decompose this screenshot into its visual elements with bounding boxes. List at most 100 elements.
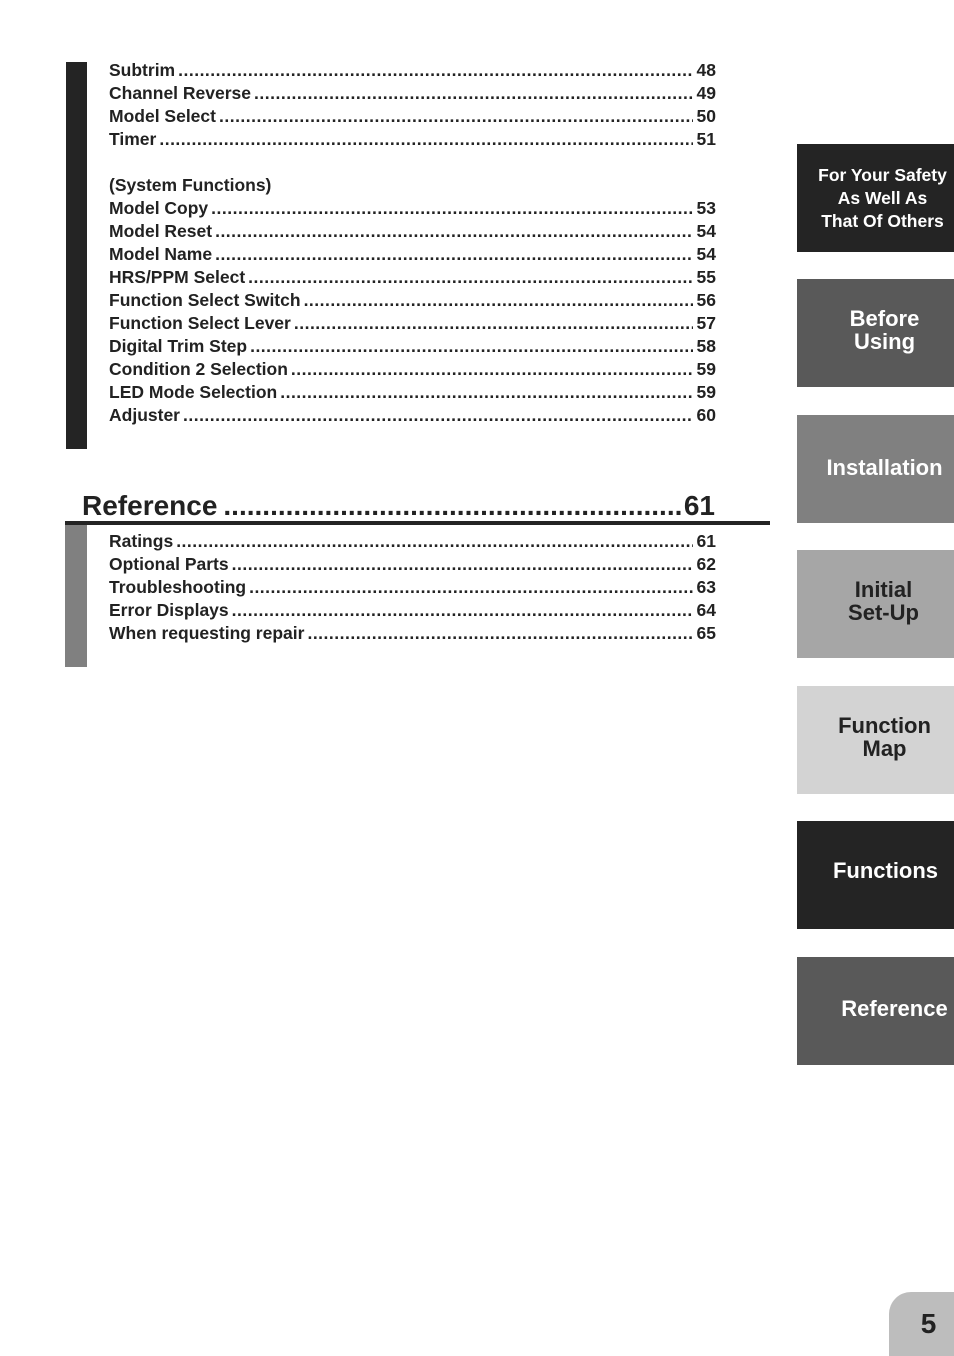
dot-leader — [211, 197, 692, 220]
dot-leader — [254, 82, 693, 105]
toc-item-page: 59 — [696, 359, 716, 379]
toc-item-title: Channel Reverse — [109, 83, 252, 103]
toc-item-title: Error Displays — [109, 600, 229, 620]
tab-initial-setup[interactable]: Initial Set-Up — [797, 550, 954, 658]
toc-item-page: 49 — [696, 83, 716, 103]
dot-leader — [159, 128, 692, 151]
dot-leader — [248, 266, 692, 289]
system-functions-heading: (System Functions) — [109, 175, 272, 195]
tab-label-line: Installation — [826, 455, 943, 480]
dot-leader — [249, 576, 692, 599]
toc-item-title: Function Select Lever — [109, 313, 291, 333]
tab-label-line: Initial — [854, 577, 913, 602]
tab-label-line: Reference — [841, 996, 948, 1021]
toc-item-title: Adjuster — [109, 405, 180, 425]
toc-item[interactable]: Ratings 61 — [109, 530, 716, 553]
tab-reference[interactable]: Reference — [797, 957, 954, 1065]
dot-leader — [178, 59, 692, 82]
toc-item[interactable]: Model Reset 54 — [109, 220, 716, 243]
tab-label-line: Functions — [832, 858, 939, 883]
toc-item[interactable]: Digital Trim Step 58 — [109, 335, 716, 358]
toc-item[interactable]: Error Displays 64 — [109, 599, 716, 622]
tab-label-line: For Your Safety — [818, 164, 947, 185]
tab-functions[interactable]: Functions — [797, 821, 954, 929]
dot-leader — [223, 488, 681, 524]
tab-function-map[interactable]: Function Map — [797, 686, 954, 794]
toc-item[interactable]: LED Mode Selection 59 — [109, 381, 716, 404]
dot-leader — [304, 289, 693, 312]
toc-item-title: HRS/PPM Select — [109, 267, 246, 287]
toc-item-page: 61 — [696, 531, 716, 551]
toc-item-title: Timer — [109, 129, 157, 149]
dot-leader — [183, 404, 693, 427]
dot-leader — [307, 622, 692, 645]
reference-section-heading[interactable]: Reference 61 — [82, 488, 715, 524]
tab-label-line: That Of Others — [821, 210, 944, 231]
tab-installation[interactable]: Installation — [797, 415, 954, 523]
toc-item[interactable]: Channel Reverse 49 — [109, 82, 716, 105]
toc-item-page: 59 — [696, 382, 716, 402]
toc-item-title: Subtrim — [109, 60, 176, 80]
toc-item-page: 65 — [696, 623, 716, 643]
toc-item-page: 60 — [696, 405, 716, 425]
toc-item-page: 54 — [696, 244, 716, 264]
toc-item-title: Troubleshooting — [109, 577, 247, 597]
toc-item-page: 53 — [696, 198, 716, 218]
toc-item[interactable]: Function Select Lever 57 — [109, 312, 716, 335]
toc-item-page: 56 — [696, 290, 716, 310]
dot-leader — [250, 335, 692, 358]
toc-item-page: 64 — [696, 600, 716, 620]
tab-before-using[interactable]: Before Using — [797, 279, 954, 387]
toc-item-page: 63 — [696, 577, 716, 597]
toc-item[interactable]: Optional Parts 62 — [109, 553, 716, 576]
toc-item[interactable]: Model Select 50 — [109, 105, 716, 128]
toc-item[interactable]: Timer 51 — [109, 128, 716, 151]
toc-item-title: Model Name — [109, 244, 213, 264]
toc-item-title: Function Select Switch — [109, 290, 301, 310]
functions-section-bar — [66, 62, 87, 449]
toc-item-page: 50 — [696, 106, 716, 126]
toc-item[interactable]: Model Copy 53 — [109, 197, 716, 220]
toc-item[interactable]: HRS/PPM Select 55 — [109, 266, 716, 289]
dot-leader — [232, 599, 693, 622]
section-page: 61 — [683, 490, 715, 521]
dot-leader — [215, 220, 692, 243]
tab-safety[interactable]: For Your Safety As Well As That Of Other… — [797, 144, 954, 252]
dot-leader — [176, 530, 692, 553]
toc-item-page: 54 — [696, 221, 716, 241]
page-number: 5 — [889, 1292, 954, 1356]
dot-leader — [232, 553, 693, 576]
toc-item-title: Model Select — [109, 106, 216, 126]
reference-section-bar — [65, 525, 87, 667]
toc-item[interactable]: Condition 2 Selection 59 — [109, 358, 716, 381]
toc-item[interactable]: When requesting repair 65 — [109, 622, 716, 645]
toc-item[interactable]: Troubleshooting 63 — [109, 576, 716, 599]
tab-label-line: Using — [853, 329, 916, 354]
tab-label-line: Function — [838, 713, 931, 738]
toc-item-title: Digital Trim Step — [109, 336, 248, 356]
toc-item-title: Model Reset — [109, 221, 213, 241]
tab-label-line: Set-Up — [848, 600, 919, 625]
toc-item[interactable]: Adjuster 60 — [109, 404, 716, 427]
section-divider — [65, 521, 770, 525]
toc-item-title: LED Mode Selection — [109, 382, 278, 402]
toc-item[interactable]: Subtrim 48 — [109, 59, 716, 82]
toc-item-page: 55 — [696, 267, 716, 287]
toc-item-page: 51 — [696, 129, 716, 149]
toc-item-title: Condition 2 Selection — [109, 359, 288, 379]
toc-item[interactable]: Model Name 54 — [109, 243, 716, 266]
toc-item-page: 48 — [696, 60, 716, 80]
tab-label-line: Map — [862, 736, 907, 761]
toc-item-title: Model Copy — [109, 198, 209, 218]
toc-item-page: 62 — [696, 554, 716, 574]
tab-label-line: As Well As — [837, 187, 928, 208]
section-title: Reference — [82, 490, 218, 521]
dot-leader — [215, 243, 692, 266]
dot-leader — [219, 105, 693, 128]
dot-leader — [291, 358, 693, 381]
tab-label-line: Before — [849, 306, 920, 331]
toc-item[interactable]: Function Select Switch 56 — [109, 289, 716, 312]
dot-leader — [280, 381, 692, 404]
toc-item-title: Optional Parts — [109, 554, 229, 574]
